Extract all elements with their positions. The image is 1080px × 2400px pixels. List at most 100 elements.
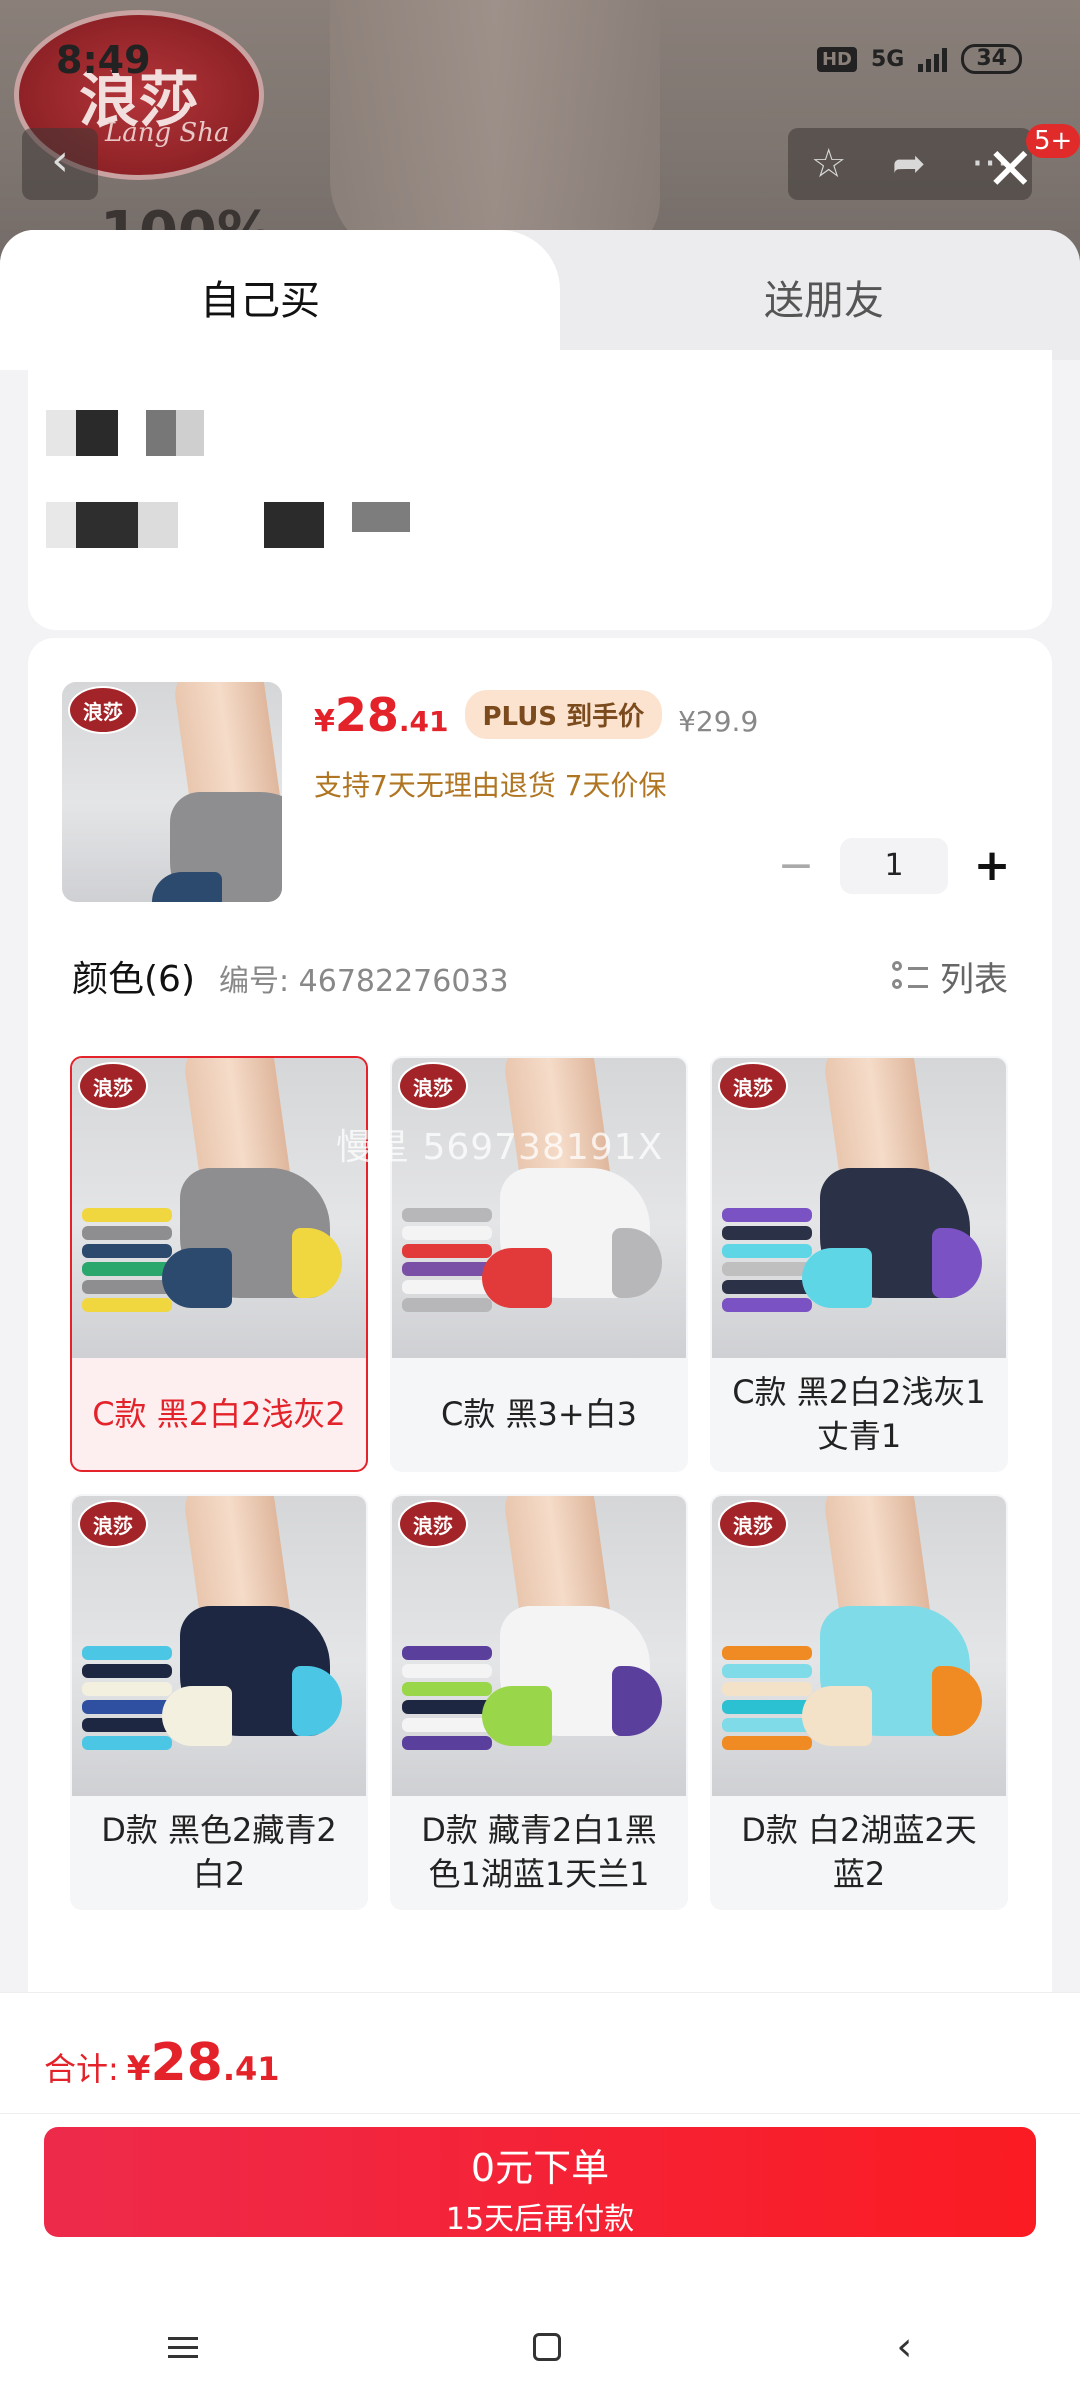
watermark-text: 慢星 569738191X: [336, 1127, 664, 1168]
redacted-address: [76, 502, 138, 548]
menu-icon[interactable]: [167, 2331, 198, 2364]
quantity-stepper: − 1 +: [776, 838, 1012, 894]
color-option-tile[interactable]: 浪莎 D款 藏青2白1黑色1湖蓝1天兰1: [390, 1494, 688, 1910]
sock-stack: [402, 1646, 492, 1776]
thumbnail-image: 浪莎: [62, 682, 282, 902]
sock-toe: [482, 1686, 552, 1746]
plus-price-tag: PLUS 到手价: [464, 690, 663, 739]
bottom-bar: 合计: ¥28.41 0元下单 15天后再付款 ‹: [0, 1992, 1080, 2400]
product-code: 编号: 46782276033: [219, 964, 509, 999]
redacted-address: [146, 410, 176, 456]
product-model-leg: [330, 0, 660, 260]
brand-mini-logo: 浪莎: [398, 1500, 468, 1548]
chevron-left-icon: ‹: [51, 135, 69, 186]
sock-stack: [722, 1208, 812, 1338]
price-currency: ¥: [314, 704, 335, 739]
status-icons: HD 5G 34: [816, 44, 1022, 74]
list-view-toggle[interactable]: 列表: [892, 952, 1008, 1001]
sock-toe: [802, 1248, 872, 1308]
sock-toe: [802, 1686, 872, 1746]
place-order-button[interactable]: 0元下单 15天后再付款: [44, 2127, 1036, 2237]
tab-send-to-friend[interactable]: 送朋友: [764, 268, 884, 326]
color-section-title: 颜色(6): [72, 959, 195, 1000]
total-integer: 28: [150, 2033, 223, 2093]
sock-toe: [162, 1686, 232, 1746]
color-options-grid: 浪莎 C款 黑2白2浅灰2 浪莎 C款 黑3+白3 浪莎 C款 黑2白2浅灰1丈…: [70, 1056, 1010, 1910]
color-option-tile[interactable]: 浪莎 D款 黑色2藏青2白2: [70, 1494, 368, 1910]
star-icon[interactable]: ☆: [811, 141, 847, 187]
redacted-address: [76, 410, 118, 456]
sock-toe: [162, 1248, 232, 1308]
sock-stack: [82, 1208, 172, 1338]
share-icon[interactable]: ➦: [892, 141, 926, 187]
redacted-address: [176, 410, 204, 456]
color-option-tile[interactable]: 浪莎 C款 黑2白2浅灰1丈青1: [710, 1056, 1008, 1472]
total-currency: ¥: [126, 2049, 151, 2089]
back-icon[interactable]: ‹: [896, 2324, 912, 2370]
battery-icon: 34: [961, 44, 1022, 74]
color-option-image: 浪莎: [72, 1058, 366, 1358]
total-decimal: .41: [222, 2050, 280, 2088]
order-button-sublabel: 15天后再付款: [445, 2202, 635, 2237]
price-row: ¥28.41 PLUS 到手价 ¥29.9: [314, 688, 758, 745]
increase-quantity-button[interactable]: +: [972, 844, 1012, 888]
color-option-label: D款 藏青2白1黑色1湖蓝1天兰1: [421, 1811, 657, 1893]
color-option-image: 浪莎: [712, 1058, 1006, 1358]
status-time: 8:49: [56, 38, 151, 82]
color-section-header: 颜色(6) 编号: 46782276033: [72, 950, 509, 1002]
color-option-image: 浪莎: [712, 1496, 1006, 1796]
brand-mini-logo: 浪莎: [718, 1500, 788, 1548]
sock-heel: [932, 1228, 982, 1298]
sock-stack: [82, 1646, 172, 1776]
color-option-label: C款 黑2白2浅灰2: [92, 1395, 346, 1433]
price-decimal: .41: [398, 705, 449, 738]
system-navigation-bar: ‹: [0, 2293, 1080, 2400]
redacted-address: [46, 410, 76, 456]
back-button[interactable]: ‹: [22, 128, 98, 200]
close-icon[interactable]: ✕: [986, 140, 1035, 198]
color-option-image: 浪莎: [72, 1496, 366, 1796]
list-view-label: 列表: [940, 960, 1008, 1000]
sock-heel: [932, 1666, 982, 1736]
product-thumbnail[interactable]: 浪莎: [62, 682, 282, 902]
sock-toe: [152, 872, 222, 902]
brand-mini-logo: 浪莎: [78, 1062, 148, 1110]
address-card[interactable]: [28, 350, 1052, 630]
sock-stack: [402, 1208, 492, 1338]
return-guarantee: 支持7天无理由退货 7天价保: [314, 769, 667, 802]
total-label: 合计:: [44, 2050, 119, 2088]
purchase-tabs: 自己买 送朋友: [0, 230, 1080, 370]
color-option-label: D款 黑色2藏青2白2: [101, 1811, 337, 1893]
plus-price: ¥28.41: [314, 688, 449, 742]
quantity-input[interactable]: 1: [840, 838, 948, 894]
order-button-label: 0元下单: [470, 2146, 610, 2190]
redacted-address: [46, 502, 76, 548]
color-option-tile[interactable]: 浪莎 D款 白2湖蓝2天蓝2: [710, 1494, 1008, 1910]
brand-mini-logo: 浪莎: [78, 1500, 148, 1548]
divider: [0, 2113, 1080, 2114]
sock-heel: [292, 1228, 342, 1298]
network-label: 5G: [871, 46, 905, 72]
sock-heel: [612, 1228, 662, 1298]
brand-mini-logo: 浪莎: [718, 1062, 788, 1110]
tab-buy-for-self[interactable]: 自己买: [200, 268, 320, 326]
total-price: 合计: ¥28.41: [44, 2033, 280, 2093]
redacted-address: [352, 502, 410, 532]
price-integer: 28: [334, 688, 399, 742]
home-icon[interactable]: [532, 2333, 561, 2361]
color-option-label: D款 白2湖蓝2天蓝2: [741, 1811, 977, 1893]
color-option-label: C款 黑3+白3: [440, 1395, 638, 1433]
list-icon: [892, 959, 928, 995]
color-option-tile[interactable]: 浪莎 C款 黑2白2浅灰2: [70, 1056, 368, 1472]
color-option-image: 浪莎: [392, 1496, 686, 1796]
sock-stack: [722, 1646, 812, 1776]
original-price: ¥29.9: [678, 705, 759, 738]
redacted-address: [264, 502, 324, 548]
color-option-image: 浪莎: [392, 1058, 686, 1358]
hd-icon: HD: [816, 46, 857, 72]
color-option-label: C款 黑2白2浅灰1丈青1: [732, 1373, 986, 1455]
sock-heel: [292, 1666, 342, 1736]
sock-heel: [612, 1666, 662, 1736]
sock-toe: [482, 1248, 552, 1308]
decrease-quantity-button[interactable]: −: [776, 844, 816, 888]
